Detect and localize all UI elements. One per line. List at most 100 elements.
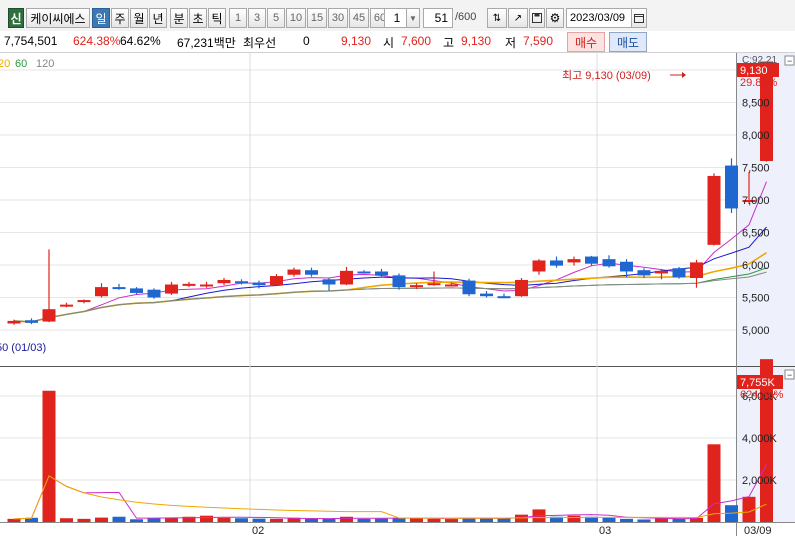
candle-body [707,175,721,245]
toolbar: 신 케이씨에스 일 주 월 년 분 초 틱 1 3 5 10 15 30 45 … [0,0,795,32]
unit-tick-button[interactable]: 틱 [208,8,226,28]
candle-body [427,283,441,286]
stock-chart[interactable]: 9,0008,5008,0007,5007,0006,5006,0005,500… [0,53,795,536]
candle-body [410,285,423,288]
volume-bar [60,518,73,522]
volume-bar [147,518,161,522]
candle-body [375,271,388,276]
legend-ma120: 120 [36,58,54,70]
date-input[interactable]: 2023/03/09 [566,8,632,28]
legend-ma20: 20 [0,58,10,70]
buy-button[interactable]: 매수 [567,32,605,52]
period-week-button[interactable]: 주 [111,8,129,28]
candle-body [392,275,406,288]
candle-body [112,287,126,290]
gear-icon[interactable]: ⚙ [546,8,564,28]
price-tick-label: 8,000 [742,130,770,142]
period-day-button[interactable]: 일 [92,8,110,28]
candle-body [95,287,108,297]
unit-second-button[interactable]: 초 [189,8,207,28]
volume-bar [375,518,388,522]
volume-pct: 624.38% [740,389,784,401]
quote-info-row: 7,754,501 624.38% 64.62% 67,231백만 최우선 0 … [0,31,795,53]
volume-bar [217,517,231,522]
candle-body [147,289,161,298]
candle-body [287,269,301,275]
interval-30-button[interactable]: 30 [328,8,348,28]
candle-body [655,270,668,274]
candle-body [532,260,546,272]
volume-bar [445,519,458,522]
new-badge[interactable]: 신 [8,8,24,28]
price-tick-label: 6,000 [742,260,770,272]
price-tick-label: 5,500 [742,293,770,305]
interval-15-button[interactable]: 15 [307,8,327,28]
x-tick-label: 03 [599,525,611,536]
volume-bar [77,518,91,522]
candle-body [690,262,703,278]
current-price: 9,130 [341,34,372,48]
candle-body [25,320,38,323]
pref-label: 최우선 [243,36,277,50]
count-input[interactable]: 51 [423,8,453,28]
candle-body [637,270,651,276]
interval-1-button[interactable]: 1 [229,8,247,28]
ma-legend: 20 60 120 [0,58,54,70]
candle-body [322,279,336,285]
low-price: 7,590 [523,34,554,48]
candle-body [60,304,73,307]
interval-3-button[interactable]: 3 [248,8,266,28]
volume-tick-label: 2,000K [742,475,778,487]
open-price: 7,600 [401,34,432,48]
price-panel [0,53,736,366]
candle-body [42,309,56,322]
candle-body [235,281,248,284]
candle-body [200,284,213,287]
save-icon[interactable] [529,8,545,28]
high-annotation: 최고 9,130 (03/09) [562,69,651,82]
count-total: /600 [455,11,477,23]
candle-body [462,280,476,295]
volume-bar [340,516,353,522]
interval-10-button[interactable]: 10 [286,8,306,28]
minus-icon: − [787,370,792,380]
volume-bar [7,518,21,522]
price-tick-label: 8,500 [742,98,770,110]
volume-bar [672,518,686,522]
low-annotation: 50 (01/03) [0,342,46,354]
period-year-button[interactable]: 년 [149,8,167,28]
chart-area[interactable]: 9,0008,5008,0007,5007,0006,5006,0005,500… [0,53,795,536]
candle-body [567,259,581,263]
drawing-icon[interactable]: ↗ [508,8,528,28]
x-tick-label: 03/09 [744,525,772,536]
candle-body [620,261,633,272]
stock-name-field[interactable]: 케이씨에스 [26,8,90,28]
calendar-glyph [634,14,644,23]
calendar-icon[interactable] [631,8,647,28]
disk-icon [532,13,542,23]
volume-bar [42,390,56,522]
period-month-button[interactable]: 월 [130,8,148,28]
sell-button[interactable]: 매도 [609,32,647,52]
candle-body [165,284,178,294]
volume-bar [252,518,266,522]
candle-body [357,271,371,274]
volume-bar [427,518,441,522]
chevron-down-icon[interactable]: ▼ [406,8,420,28]
unit-minute-button[interactable]: 분 [170,8,188,28]
interval-45-button[interactable]: 45 [349,8,369,28]
volume-bar [112,516,126,522]
candle-body [182,283,196,286]
interval-5-button[interactable]: 5 [267,8,285,28]
candle-body [305,270,318,275]
turnover-value: 64.62% [120,34,161,48]
volume-bar [567,515,581,522]
compare-icon[interactable]: ⇅ [487,8,507,28]
volume-bar [322,518,336,522]
high-label: 고 [443,36,455,50]
volume-bar [130,519,143,522]
candle-body [497,296,511,299]
volume-value: 7,754,501 [4,34,58,48]
price-tick-label: 5,000 [742,325,770,337]
price-tick-label: 7,000 [742,195,770,207]
